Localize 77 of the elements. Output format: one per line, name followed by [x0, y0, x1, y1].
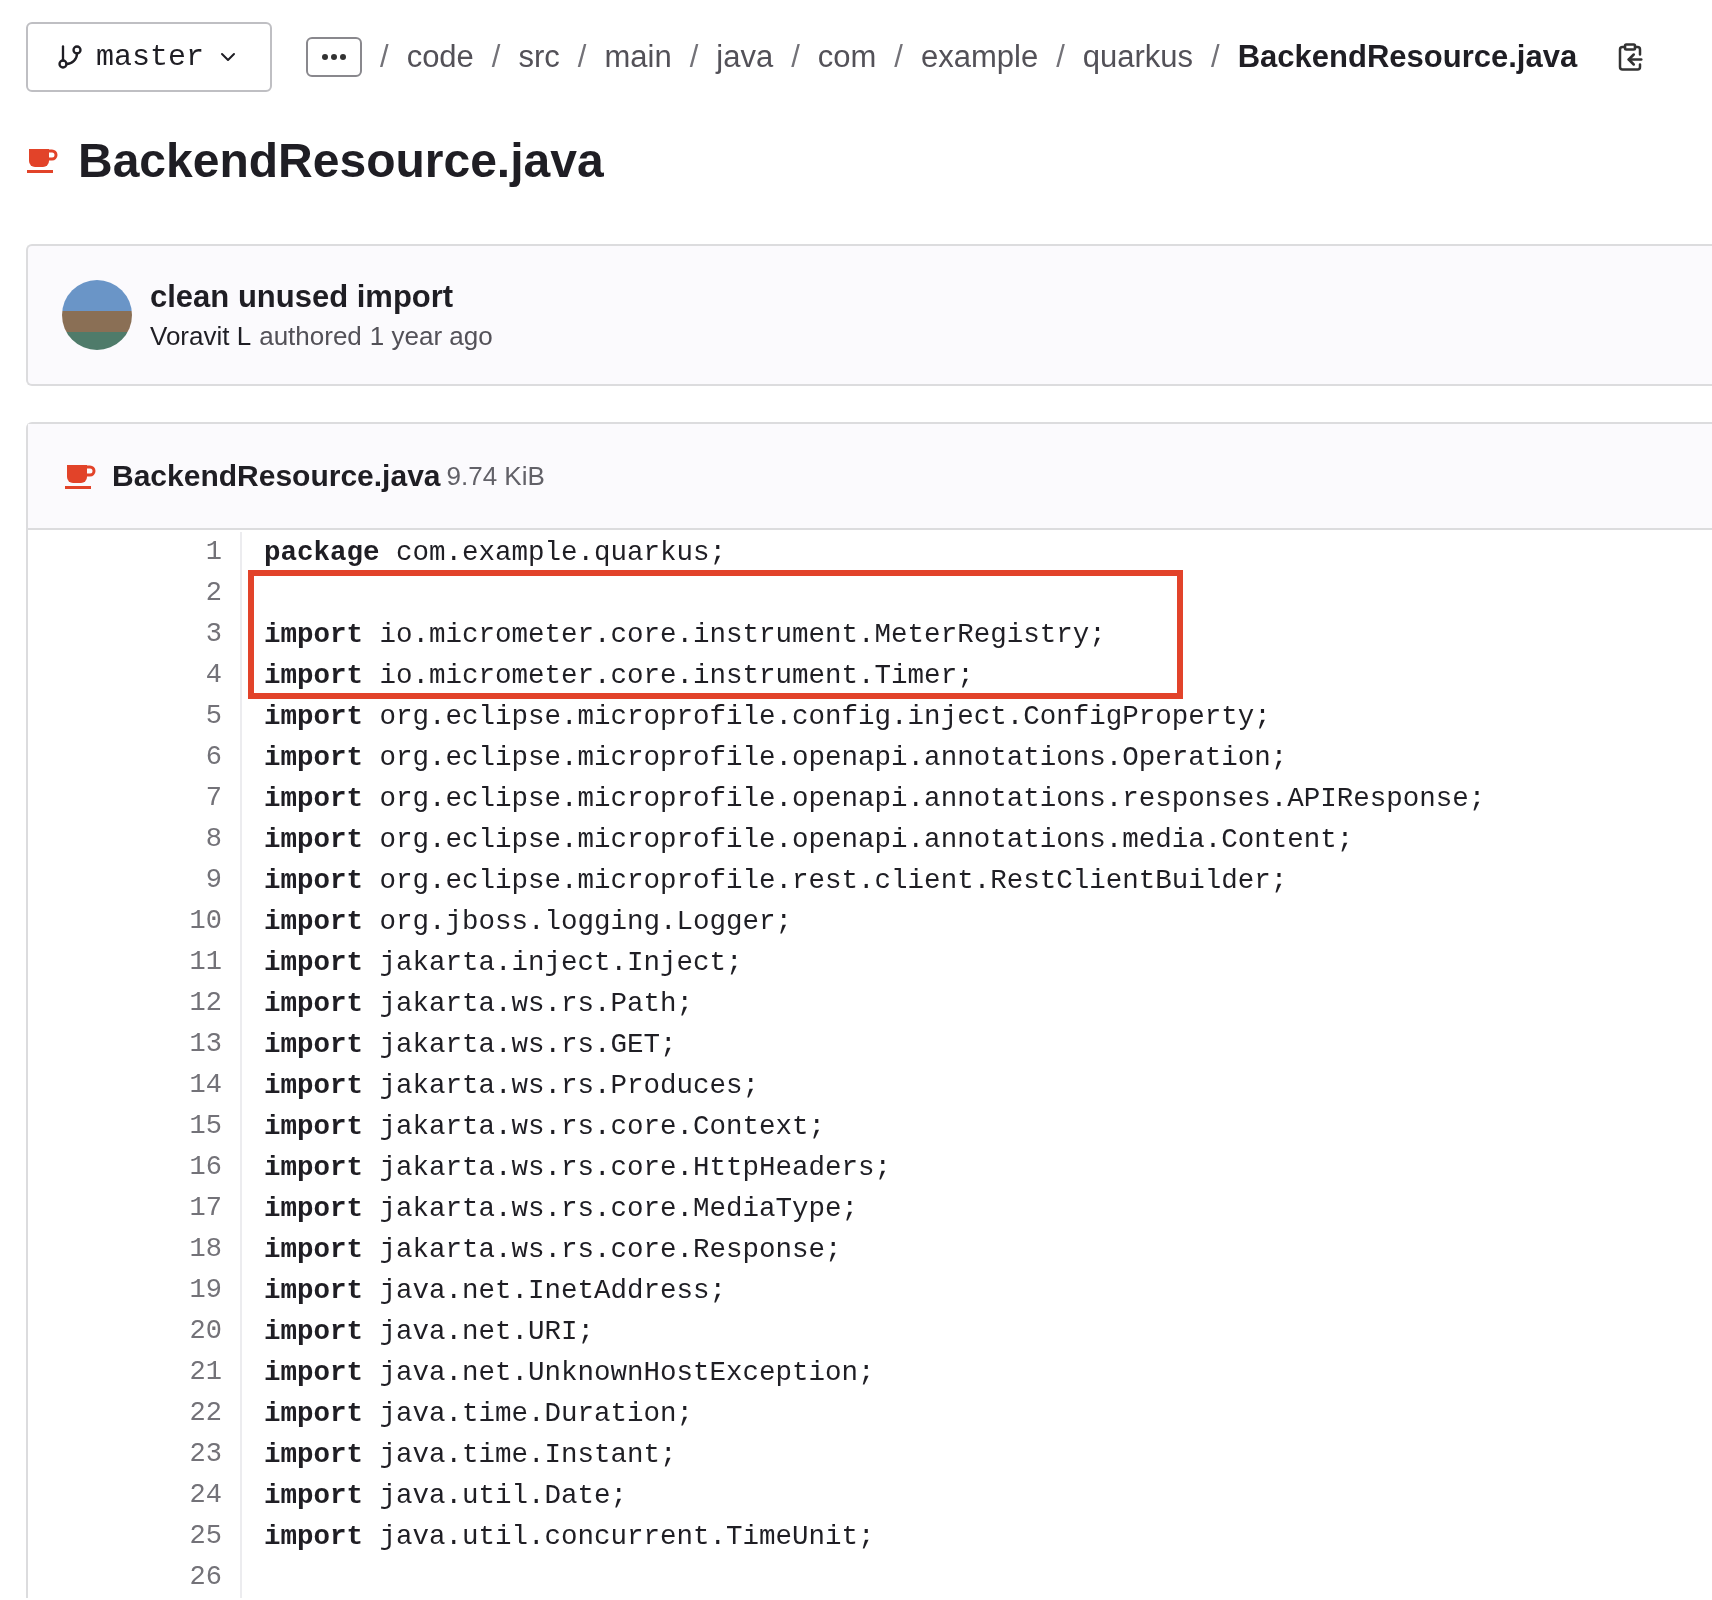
- breadcrumb-separator: /: [491, 39, 501, 75]
- line-number[interactable]: 11: [28, 942, 242, 983]
- line-number[interactable]: 16: [28, 1147, 242, 1188]
- breadcrumb-separator: /: [1056, 39, 1065, 75]
- line-number[interactable]: 10: [28, 901, 242, 942]
- line-number[interactable]: 22: [28, 1393, 242, 1434]
- breadcrumb-link[interactable]: com: [817, 39, 877, 75]
- line-number[interactable]: 17: [28, 1188, 242, 1229]
- line-number[interactable]: 19: [28, 1270, 242, 1311]
- line-number[interactable]: 23: [28, 1434, 242, 1475]
- line-number[interactable]: 15: [28, 1106, 242, 1147]
- author-link[interactable]: Voravit L: [150, 320, 252, 352]
- code-line: import java.util.concurrent.TimeUnit;: [263, 1521, 875, 1552]
- breadcrumb-link[interactable]: src: [518, 39, 560, 75]
- line-number[interactable]: 20: [28, 1311, 242, 1352]
- code-line: import org.eclipse.microprofile.rest.client.RestClientBuilder;: [263, 865, 1288, 896]
- code-line: import jakarta.ws.rs.Produces;: [263, 1070, 760, 1101]
- branch-dropdown[interactable]: master: [26, 22, 272, 92]
- line-number[interactable]: 14: [28, 1065, 242, 1106]
- code-line: import org.eclipse.microprofile.openapi.annotations.media.Content;: [263, 824, 1354, 855]
- breadcrumb-separator: /: [791, 39, 800, 75]
- code-line: import org.jboss.logging.Logger;: [263, 906, 793, 937]
- line-number[interactable]: 21: [28, 1352, 242, 1393]
- commit-time: 1 year ago: [369, 320, 493, 352]
- line-number[interactable]: 5: [28, 696, 242, 737]
- file-title: BackendResource.java: [78, 132, 604, 188]
- code-line: import jakarta.ws.rs.core.Context;: [263, 1111, 826, 1142]
- line-number[interactable]: 8: [28, 819, 242, 860]
- more-button[interactable]: [306, 37, 362, 77]
- line-number[interactable]: 6: [28, 737, 242, 778]
- line-number[interactable]: 24: [28, 1475, 242, 1516]
- breadcrumb-separator: /: [577, 39, 587, 75]
- code-line: import jakarta.ws.rs.GET;: [263, 1029, 677, 1060]
- code-line: import jakarta.ws.rs.core.Response;: [263, 1234, 842, 1265]
- file-size: 9.74 KiB: [446, 460, 545, 492]
- breadcrumb-link[interactable]: quarkus: [1082, 39, 1194, 75]
- code-line: import org.eclipse.microprofile.config.inject.ConfigProperty;: [263, 701, 1271, 732]
- line-number[interactable]: 1: [28, 532, 242, 573]
- breadcrumb-separator: /: [689, 39, 699, 75]
- line-number[interactable]: 3: [28, 614, 242, 655]
- ellipsis-icon: [322, 54, 346, 60]
- line-number[interactable]: 9: [28, 860, 242, 901]
- commit-message[interactable]: clean unused import: [150, 278, 493, 315]
- line-number[interactable]: 13: [28, 1024, 242, 1065]
- code-line: import java.time.Instant;: [263, 1439, 677, 1470]
- code-line: import java.net.InetAddress;: [263, 1275, 727, 1306]
- line-number[interactable]: 4: [28, 655, 242, 696]
- code-line: import org.eclipse.microprofile.openapi.annotations.Operation;: [263, 742, 1288, 773]
- line-number[interactable]: 25: [28, 1516, 242, 1557]
- breadcrumb-separator: /: [1211, 39, 1220, 75]
- line-number[interactable]: 7: [28, 778, 242, 819]
- code-line: package com.example.quarkus;: [263, 537, 727, 568]
- breadcrumb-current: BackendResource.java: [1237, 39, 1578, 75]
- code-line: import java.time.Duration;: [263, 1398, 694, 1429]
- code-line: import jakarta.inject.Inject;: [263, 947, 743, 978]
- breadcrumb-link[interactable]: example: [920, 39, 1039, 75]
- commit-action: authored: [259, 320, 362, 352]
- line-number[interactable]: 12: [28, 983, 242, 1024]
- code-line: import jakarta.ws.rs.core.MediaType;: [263, 1193, 859, 1224]
- code-line: import org.eclipse.microprofile.openapi.annotations.responses.APIResponse;: [263, 783, 1486, 814]
- line-number[interactable]: 2: [28, 573, 242, 614]
- code-line: import java.net.UnknownHostException;: [263, 1357, 875, 1388]
- branch-icon: [56, 43, 84, 71]
- code-line: import jakarta.ws.rs.Path;: [263, 988, 694, 1019]
- breadcrumb-link[interactable]: main: [604, 39, 672, 75]
- breadcrumb-link[interactable]: java: [716, 39, 774, 75]
- breadcrumb-separator: /: [380, 39, 389, 75]
- breadcrumb-separator: /: [894, 39, 903, 75]
- code-line: import jakarta.ws.rs.core.HttpHeaders;: [263, 1152, 892, 1183]
- line-number[interactable]: 18: [28, 1229, 242, 1270]
- code-line: import java.util.Date;: [263, 1480, 628, 1511]
- file-name: BackendResource.java: [112, 459, 441, 493]
- code-line: import io.micrometer.core.instrument.Timer;: [263, 660, 974, 691]
- line-number[interactable]: 26: [28, 1557, 242, 1598]
- breadcrumb-link[interactable]: code: [406, 39, 474, 75]
- code-line: import io.micrometer.core.instrument.MeterRegistry;: [263, 619, 1106, 650]
- code-line: import java.net.URI;: [263, 1316, 595, 1347]
